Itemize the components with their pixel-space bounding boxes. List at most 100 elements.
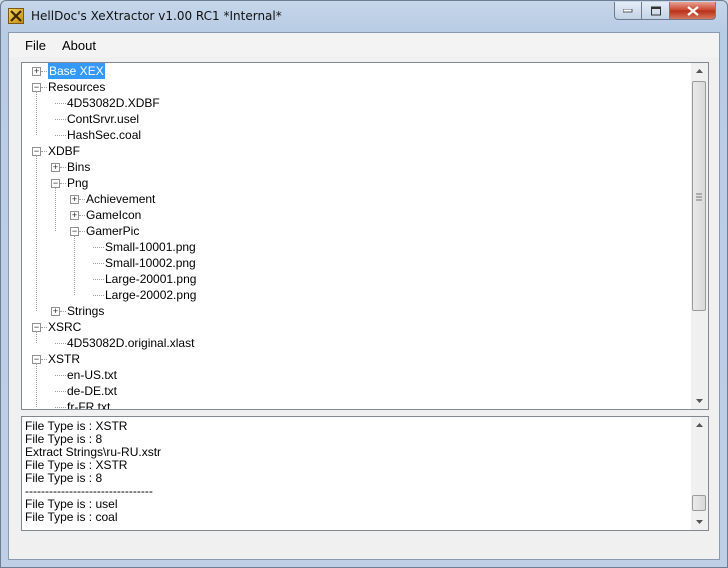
tree-node[interactable]: Large-20002.png xyxy=(22,287,682,303)
tree-node[interactable]: + Base XEX xyxy=(22,63,682,79)
tree-node-label[interactable]: ContSrvr.usel xyxy=(67,111,139,127)
tree-connector xyxy=(55,135,66,136)
tree-node-label[interactable]: de-DE.txt xyxy=(67,383,117,399)
chevron-down-icon xyxy=(696,520,703,524)
tree-node[interactable]: − Resources xyxy=(22,79,682,95)
status-bar xyxy=(9,537,719,559)
tree-scrollbar[interactable] xyxy=(691,63,708,409)
tree-node[interactable]: Small-10002.png xyxy=(22,255,682,271)
chevron-up-icon xyxy=(696,69,703,73)
tree-guide-line xyxy=(74,236,75,295)
collapse-icon[interactable]: − xyxy=(32,355,41,364)
minimize-button[interactable] xyxy=(614,2,642,20)
tree-connector xyxy=(93,263,104,264)
tree-connector xyxy=(55,375,66,376)
tree-node-label[interactable]: Resources xyxy=(48,79,105,95)
tree-node[interactable]: Large-20001.png xyxy=(22,271,682,287)
tree-node-label[interactable]: Base XEX xyxy=(48,63,105,79)
tree-node[interactable]: − GamerPic xyxy=(22,223,682,239)
tree-connector xyxy=(60,311,66,312)
tree-connector xyxy=(79,231,85,232)
tree-connector xyxy=(55,119,66,120)
tree-node[interactable]: + Strings xyxy=(22,303,682,319)
tree-node-label[interactable]: HashSec.coal xyxy=(67,127,141,143)
expand-icon[interactable]: + xyxy=(51,163,60,172)
tree-node-label[interactable]: GamerPic xyxy=(86,223,139,239)
tree-node[interactable]: de-DE.txt xyxy=(22,383,682,399)
expand-icon[interactable]: + xyxy=(32,67,41,76)
app-window: HellDoc's XeXtractor v1.00 RC1 *Internal… xyxy=(0,0,728,568)
tree-node-label[interactable]: Small-10002.png xyxy=(105,255,196,271)
window-title: HellDoc's XeXtractor v1.00 RC1 *Internal… xyxy=(31,9,282,23)
log-scroll-thumb[interactable] xyxy=(692,495,706,511)
log-output[interactable]: File Type is : XSTR File Type is : 8 Extra… xyxy=(21,416,709,531)
tree-node[interactable]: + Bins xyxy=(22,159,682,175)
tree-node[interactable]: fr-FR.txt xyxy=(22,399,682,409)
expand-icon[interactable]: + xyxy=(51,307,60,316)
log-scroll-up-button[interactable] xyxy=(691,417,708,434)
scroll-up-button[interactable] xyxy=(691,63,708,80)
tree-connector xyxy=(93,295,104,296)
tree-guide-line xyxy=(36,92,37,135)
chevron-up-icon xyxy=(696,423,703,427)
tree-node-label[interactable]: XSTR xyxy=(48,351,80,367)
collapse-icon[interactable]: − xyxy=(70,227,79,236)
collapse-icon[interactable]: − xyxy=(32,323,41,332)
title-bar[interactable]: HellDoc's XeXtractor v1.00 RC1 *Internal… xyxy=(1,1,727,31)
tree-node-label[interactable]: Small-10001.png xyxy=(105,239,196,255)
tree-node[interactable]: − XDBF xyxy=(22,143,682,159)
tree-node-label[interactable]: en-US.txt xyxy=(67,367,117,383)
tree-node[interactable]: − Png xyxy=(22,175,682,191)
tree-connector xyxy=(41,359,47,360)
log-scroll-down-button[interactable] xyxy=(691,513,708,530)
collapse-icon[interactable]: − xyxy=(32,83,41,92)
tree-node-label[interactable]: Strings xyxy=(67,303,104,319)
tree-connector xyxy=(79,199,85,200)
tree-node[interactable]: Small-10001.png xyxy=(22,239,682,255)
tree-node-label[interactable]: 4D53082D.original.xlast xyxy=(67,335,194,351)
minimize-icon xyxy=(623,8,633,12)
tree-node-label[interactable]: Png xyxy=(67,175,88,191)
tree-node[interactable]: 4D53082D.original.xlast xyxy=(22,335,682,351)
tree-node-label[interactable]: Large-20001.png xyxy=(105,271,196,287)
collapse-icon[interactable]: − xyxy=(51,179,60,188)
tree-connector xyxy=(93,247,104,248)
scroll-thumb[interactable] xyxy=(692,81,706,311)
scroll-down-button[interactable] xyxy=(691,392,708,409)
resource-tree[interactable]: + Base XEX − Resources 4D53082D.XDBF ContSrvr… xyxy=(21,62,709,410)
tree-node-label[interactable]: Large-20002.png xyxy=(105,287,196,303)
maximize-button[interactable] xyxy=(642,2,670,20)
collapse-icon[interactable]: − xyxy=(32,147,41,156)
close-icon xyxy=(686,5,699,16)
tree-node[interactable]: − XSRC xyxy=(22,319,682,335)
tree-node-label[interactable]: GameIcon xyxy=(86,207,141,223)
tree-node[interactable]: + Achievement xyxy=(22,191,682,207)
tree-node[interactable]: en-US.txt xyxy=(22,367,682,383)
tree-connector xyxy=(55,391,66,392)
tree-guide-line xyxy=(36,364,37,407)
tree-connector xyxy=(60,183,66,184)
tree-node-label[interactable]: 4D53082D.XDBF xyxy=(67,95,160,111)
tree-connector xyxy=(55,103,66,104)
tree-node[interactable]: − XSTR xyxy=(22,351,682,367)
menu-about[interactable]: About xyxy=(62,38,96,53)
tree-connector xyxy=(93,279,104,280)
tree-node-label[interactable]: XDBF xyxy=(48,143,80,159)
menu-file[interactable]: File xyxy=(25,38,46,53)
tree-node[interactable]: HashSec.coal xyxy=(22,127,682,143)
tree-node-label[interactable]: XSRC xyxy=(48,319,81,335)
expand-icon[interactable]: + xyxy=(70,211,79,220)
tree-node[interactable]: 4D53082D.XDBF xyxy=(22,95,682,111)
tree-connector xyxy=(41,87,47,88)
tree-node-label[interactable]: fr-FR.txt xyxy=(67,399,110,409)
tree-node-label[interactable]: Achievement xyxy=(86,191,155,207)
close-button[interactable] xyxy=(670,2,716,20)
tree-node[interactable]: ContSrvr.usel xyxy=(22,111,682,127)
expand-icon[interactable]: + xyxy=(70,195,79,204)
tree-node[interactable]: + GameIcon xyxy=(22,207,682,223)
tree-connector xyxy=(55,343,66,344)
x-logo-icon xyxy=(8,8,24,24)
tree-node-label[interactable]: Bins xyxy=(67,159,90,175)
chevron-down-icon xyxy=(696,399,703,403)
log-scrollbar[interactable] xyxy=(691,417,708,530)
